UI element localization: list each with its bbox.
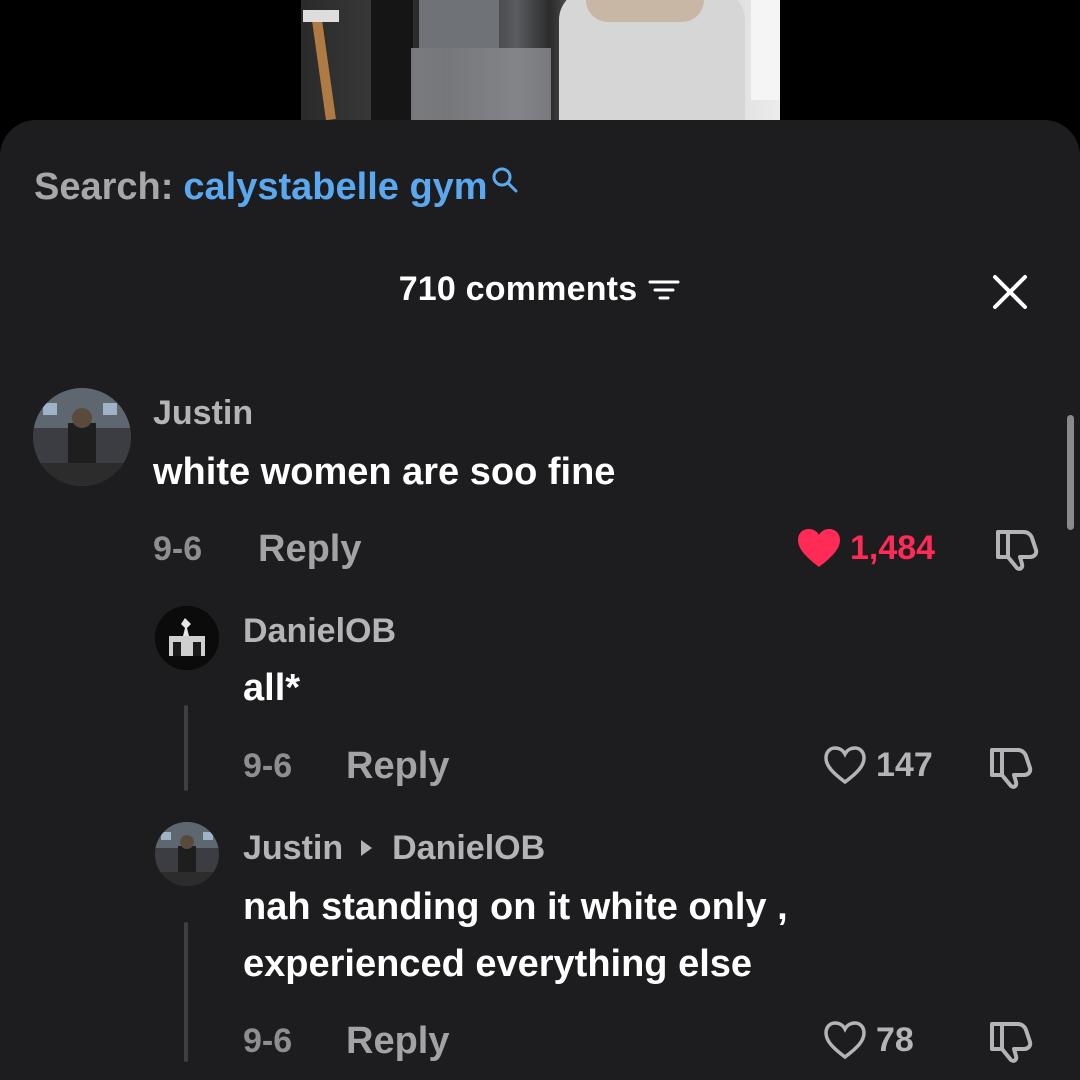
comment-text: all* xyxy=(243,667,301,709)
thread-line xyxy=(184,922,188,1062)
avatar-image xyxy=(155,822,219,886)
reply-arrow-icon xyxy=(361,840,373,857)
comment-username[interactable]: DanielOB xyxy=(243,612,396,651)
comment-text: white women are soo fine xyxy=(153,451,616,493)
like-count: 1,484 xyxy=(850,528,936,567)
comment-date: 9-6 xyxy=(153,530,203,568)
video-scene-skin xyxy=(586,0,704,22)
video-scene-stool xyxy=(312,19,336,120)
like-button[interactable]: 78 xyxy=(822,1019,914,1061)
like-count: 78 xyxy=(876,1020,914,1059)
heart-outline-icon xyxy=(824,746,866,785)
close-icon[interactable] xyxy=(990,272,1030,312)
comment-text-line-2: experienced everything else xyxy=(243,943,753,985)
comments-count: 710 comments xyxy=(398,270,638,308)
search-suggestion[interactable]: Search: calystabelle gym xyxy=(34,164,520,210)
reply-button[interactable]: Reply xyxy=(258,528,361,571)
like-count: 147 xyxy=(876,745,933,784)
heart-filled-icon xyxy=(798,529,840,567)
avatar[interactable] xyxy=(155,822,219,886)
comment-date: 9-6 xyxy=(243,1022,293,1060)
search-icon xyxy=(492,167,518,193)
like-button[interactable]: 147 xyxy=(822,744,933,786)
comment-date: 9-6 xyxy=(243,747,293,785)
search-prefix: Search: xyxy=(34,166,174,208)
dislike-icon[interactable] xyxy=(986,744,1036,790)
comment-username[interactable]: Justin xyxy=(153,394,253,433)
comments-header: 710 comments xyxy=(0,270,1080,309)
video-scene-window xyxy=(751,0,780,100)
avatar[interactable] xyxy=(155,606,219,670)
search-term-link[interactable]: calystabelle gym xyxy=(183,164,487,210)
reply-button[interactable]: Reply xyxy=(346,1020,449,1063)
video-thumbnail[interactable] xyxy=(301,0,780,120)
like-button[interactable]: 1,484 xyxy=(796,527,935,569)
video-scene-fridge xyxy=(419,0,499,48)
reply-to-username[interactable]: DanielOB xyxy=(392,829,545,867)
video-scene-door xyxy=(371,0,413,120)
comment-username-row: Justin DanielOB xyxy=(243,829,545,868)
heart-outline-icon xyxy=(824,1021,866,1060)
thread-line xyxy=(184,705,188,791)
filter-icon[interactable] xyxy=(647,275,681,305)
scrollbar[interactable] xyxy=(1067,415,1074,530)
video-scene-floor xyxy=(411,48,551,120)
reply-button[interactable]: Reply xyxy=(346,745,449,788)
video-scene-stool-top xyxy=(303,10,339,22)
comment-username[interactable]: Justin xyxy=(243,829,343,867)
dislike-icon[interactable] xyxy=(986,1018,1036,1064)
comment-text-line-1: nah standing on it white only , xyxy=(243,886,788,928)
avatar-image xyxy=(33,388,131,486)
dislike-icon[interactable] xyxy=(992,526,1042,572)
avatar[interactable] xyxy=(33,388,131,486)
avatar-image xyxy=(155,606,219,670)
